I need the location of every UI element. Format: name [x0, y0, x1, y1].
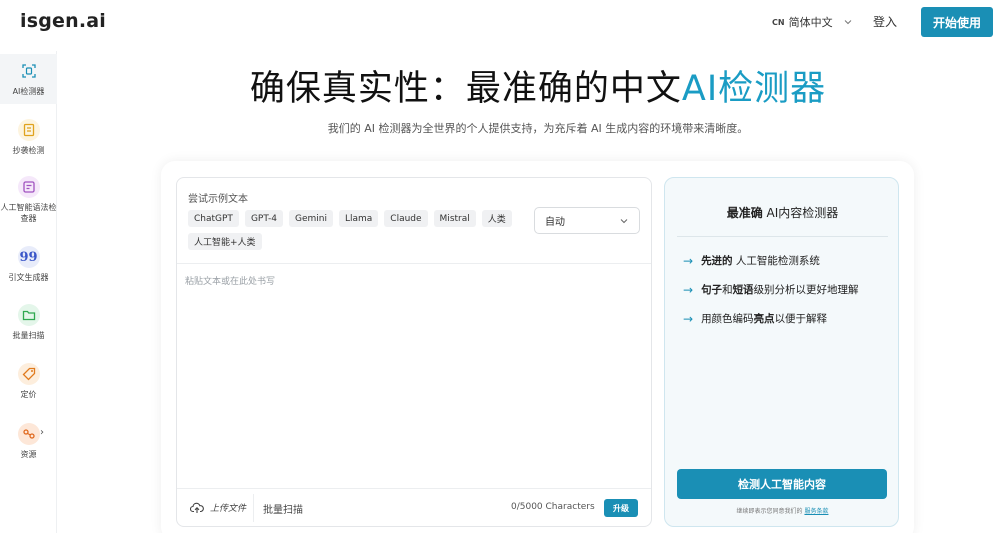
quote-icon: 99 [17, 246, 40, 268]
resources-icon [17, 423, 40, 445]
sample-chip-claude[interactable]: Claude [384, 210, 428, 227]
sidebar-item-label: 引文生成器 [8, 273, 49, 282]
title-main: 确保真实性：最准确的中文 [249, 69, 682, 109]
arrow-right-icon: → [683, 253, 694, 268]
sample-chip-gpt4[interactable]: GPT-4 [244, 210, 283, 227]
feature-text: 用颜色编码 [701, 313, 754, 325]
upload-file-button[interactable]: 上传文件 [190, 501, 246, 514]
grammar-checker-icon [17, 176, 40, 198]
language-model-select[interactable]: 自动 [534, 207, 640, 234]
feature-text: 和 [722, 284, 733, 296]
arrow-right-icon: → [683, 311, 694, 326]
chevron-down-icon [620, 219, 628, 224]
feature-text: 人工智能检测系统 [732, 255, 820, 267]
page-subtitle: 我们的 AI 检测器为全世界的个人提供支持，为充斥着 AI 生成内容的环境带来清… [327, 122, 749, 135]
chevron-right-icon: › [40, 427, 44, 438]
language-label: 简体中文 [788, 16, 833, 29]
sidebar-item-resources[interactable]: › 资源 [0, 423, 57, 460]
folder-icon [17, 304, 40, 326]
sidebar-item-label: 定价 [20, 390, 37, 399]
divider [677, 236, 888, 237]
terms-link[interactable]: 服务条款 [804, 508, 828, 515]
upload-file-label: 上传文件 [210, 504, 247, 514]
sidebar-item-citation[interactable]: 99 引文生成器 [0, 246, 57, 283]
login-link[interactable]: 登入 [873, 13, 897, 30]
sample-chip-ai-human[interactable]: 人工智能+人类 [188, 233, 262, 250]
cloud-upload-icon [190, 502, 204, 513]
divider [253, 494, 254, 522]
terms-text: 继续即表示您同意我们的 [736, 508, 803, 515]
feature-text: 以便于解释 [774, 313, 828, 325]
sidebar-item-batch-scan[interactable]: 批量扫描 [0, 304, 57, 341]
text-input[interactable] [185, 274, 641, 474]
divider [177, 263, 651, 264]
sample-chip-human[interactable]: 人类 [481, 210, 512, 227]
sample-chip-llama[interactable]: Llama [338, 210, 379, 227]
panel-title-bold: 最准确 [726, 206, 763, 220]
sample-text-label: 尝试示例文本 [188, 194, 248, 205]
panel-title: 最准确 AI内容检测器 [665, 204, 900, 221]
sample-chip-mistral[interactable]: Mistral [433, 210, 476, 227]
chevron-down-icon [844, 20, 851, 25]
sample-chip-gemini[interactable]: Gemini [288, 210, 333, 227]
page-title: 确保真实性：最准确的中文AI检测器 [0, 60, 1000, 111]
feature-text: 级别分析以更好地理解 [753, 284, 859, 296]
feature-bold: 句子 [701, 284, 723, 296]
select-value: 自动 [545, 217, 565, 228]
sample-chips: ChatGPT GPT-4 Gemini Llama Claude Mistra… [188, 210, 518, 250]
terms-note: 继续即表示您同意我们的 服务条款 [665, 506, 900, 515]
sidebar-item-label: 人工智能语法检查器 [0, 203, 57, 223]
language-selector[interactable]: CN 简体中文 [772, 14, 853, 30]
upgrade-button[interactable]: 升级 [604, 499, 638, 517]
start-button[interactable]: 开始使用 [921, 7, 993, 37]
character-counter: 0/5000 Characters [511, 502, 595, 512]
feature-bold: 亮点 [753, 313, 775, 325]
feature-item: → 先进的 人工智能检测系统 [683, 253, 820, 268]
text-editor: 尝试示例文本 ChatGPT GPT-4 Gemini Llama Claude… [176, 177, 652, 527]
sidebar-item-label: 批量扫描 [12, 331, 45, 340]
sidebar-item-label: 资源 [20, 450, 37, 459]
title-accent: AI检测器 [681, 69, 827, 109]
info-panel: 最准确 AI内容检测器 → 先进的 人工智能检测系统 → 句子和短语级别分析以更… [664, 177, 899, 527]
price-tag-icon [17, 363, 40, 385]
feature-item: → 句子和短语级别分析以更好地理解 [683, 282, 859, 297]
top-header: isgen.ai CN 简体中文 登入 开始使用 [0, 0, 1000, 48]
sample-chip-chatgpt[interactable]: ChatGPT [188, 210, 239, 227]
sidebar-item-pricing[interactable]: 定价 [0, 363, 57, 400]
feature-bold: 短语 [732, 284, 754, 296]
sidebar-item-label: 抄袭检测 [12, 146, 45, 155]
arrow-right-icon: → [683, 282, 694, 297]
feature-bold: 先进的 [701, 255, 733, 267]
detect-ai-content-button[interactable]: 检测人工智能内容 [677, 469, 887, 499]
language-code: CN [772, 17, 785, 27]
divider [177, 488, 651, 489]
logo[interactable]: isgen.ai [20, 10, 106, 32]
panel-title-rest: AI内容检测器 [762, 206, 839, 220]
sidebar-item-grammar[interactable]: 人工智能语法检查器 [0, 176, 57, 224]
feature-item: → 用颜色编码亮点以便于解释 [683, 311, 827, 326]
batch-scan-button[interactable]: 批量扫描 [263, 501, 303, 516]
